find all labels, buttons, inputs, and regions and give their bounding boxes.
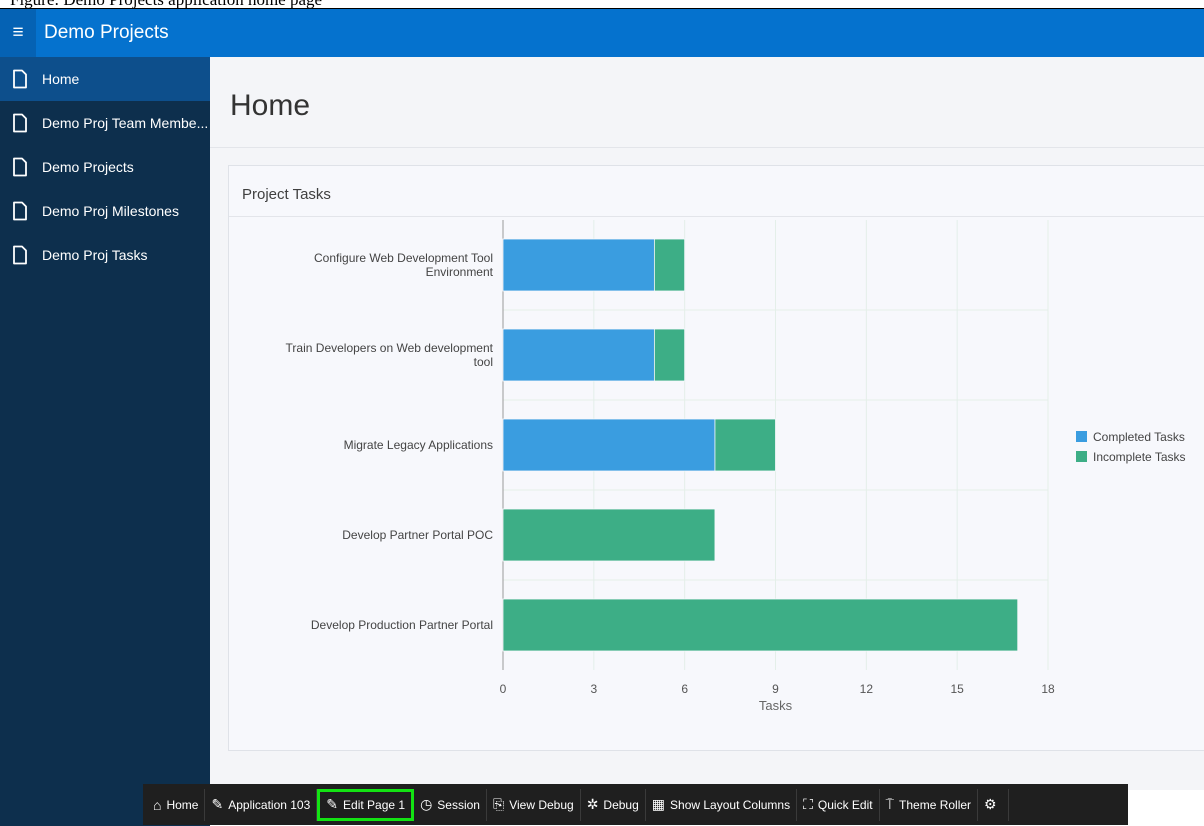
sidebar-item-demo-proj-milestones[interactable]: Demo Proj Milestones (0, 189, 210, 233)
devbar-edit-page-1-button[interactable]: ✎ Edit Page 1 (317, 788, 415, 821)
legend-label: Incomplete Tasks (1093, 450, 1186, 464)
devbar-label: Session (437, 797, 480, 812)
edit-page-icon: ✎ (326, 796, 339, 812)
sidebar-item-home[interactable]: Home (0, 57, 210, 101)
sidebar-item-demo-proj-team-membe[interactable]: Demo Proj Team Membe... (0, 101, 210, 145)
category-label: tool (474, 355, 493, 369)
legend-label: Completed Tasks (1093, 430, 1185, 444)
sidebar-item-demo-projects[interactable]: Demo Projects (0, 145, 210, 189)
page-icon (13, 69, 27, 89)
x-tick-label: 3 (590, 682, 597, 696)
category-label: Develop Production Partner Portal (311, 618, 493, 632)
devbar-label: Debug (603, 797, 639, 812)
home-icon: ⌂ (153, 796, 162, 813)
app-title[interactable]: Demo Projects (44, 22, 169, 44)
devbar-home-button[interactable]: ⌂ Home (147, 788, 206, 821)
devbar-label: Application 103 (228, 797, 311, 812)
sidebar-item-demo-proj-tasks[interactable]: Demo Proj Tasks (0, 233, 210, 277)
devbar-label: Edit Page 1 (343, 797, 406, 812)
grid-icon: ▦ (651, 796, 666, 812)
cursor-icon: ⛶ (803, 796, 813, 812)
devbar-label: Home (166, 797, 199, 812)
clock-icon: ◷ (420, 796, 433, 812)
legend-swatch (1076, 451, 1087, 462)
devbar-settings-button[interactable]: ⚙ (978, 788, 1009, 821)
devbar-debug-button[interactable]: ✲ Debug (581, 788, 646, 821)
devbar-label: Quick Edit (817, 797, 873, 812)
developer-toolbar: ⌂ Home ✎ Application 103 ✎ Edit Page 1 ◷ Sessio… (143, 784, 1128, 825)
category-label: Environment (426, 265, 494, 279)
bar-incomplete-tasks (502, 598, 1019, 652)
x-tick-label: 12 (860, 682, 874, 696)
sidebar-item-label: Demo Proj Milestones (42, 203, 179, 219)
x-tick-label: 6 (681, 682, 688, 696)
edit-app-icon: ✎ (211, 796, 224, 812)
page-icon (13, 113, 27, 133)
devbar-view-debug-button[interactable]: ⎘ View Debug (487, 788, 581, 821)
title-divider (210, 147, 1204, 148)
category-label: Configure Web Development Tool (314, 251, 493, 265)
project-tasks-region: Project Tasks 0 3 6 9 12 15 18 Tasks Configure W… (228, 165, 1204, 751)
x-tick-label: 0 (500, 682, 507, 696)
devbar-label: Theme Roller (899, 797, 972, 812)
top-header: ≡ Demo Projects (0, 9, 1204, 57)
devbar-session-button[interactable]: ◷ Session (414, 788, 487, 821)
sidebar-item-label: Demo Proj Team Membe... (42, 115, 209, 131)
category-label: Train Developers on Web development (286, 341, 494, 355)
bar-completed-tasks (502, 328, 655, 382)
x-tick-label: 9 (772, 682, 779, 696)
paint-roller-icon: ⍑ (885, 796, 895, 812)
menu-icon[interactable]: ≡ (0, 9, 36, 57)
devbar-quick-edit-button[interactable]: ⛶ Quick Edit (797, 788, 880, 821)
legend-swatch (1076, 431, 1087, 442)
bar-incomplete-tasks (714, 418, 776, 472)
project-tasks-chart: 0 3 6 9 12 15 18 Tasks Configure Web Development… (286, 220, 1186, 713)
gear-icon: ⚙ (984, 796, 997, 812)
x-tick-label: 15 (950, 682, 964, 696)
bar-completed-tasks (502, 238, 655, 292)
bar-incomplete-tasks (502, 508, 716, 562)
bar-incomplete-tasks (653, 238, 686, 292)
bar-incomplete-tasks (653, 328, 686, 382)
x-tick-label: 18 (1041, 682, 1055, 696)
devbar-show-layout-columns-button[interactable]: ▦ Show Layout Columns (646, 788, 798, 821)
category-label: Migrate Legacy Applications (344, 438, 493, 452)
sidebar: Home Demo Proj Team Membe... Demo Projects… (0, 57, 210, 826)
x-axis-title: Tasks (759, 698, 793, 713)
app-window: ≡ Demo Projects Home Demo Proj Team Membe… (0, 8, 1204, 826)
sidebar-item-label: Demo Proj Tasks (42, 247, 148, 263)
devbar-application-103-button[interactable]: ✎ Application 103 (205, 788, 318, 821)
page-icon (13, 201, 27, 221)
bug-icon: ✲ (586, 796, 599, 812)
page-icon (13, 245, 27, 265)
devbar-label: View Debug (509, 797, 574, 812)
clipped-caption: Figure: Demo Projects application home p… (10, 0, 322, 8)
main-content: Home Project Tasks 0 3 6 9 12 15 18 Tasks Config… (210, 57, 1204, 790)
view-debug-icon: ⎘ (492, 796, 505, 812)
bar-completed-tasks (502, 418, 716, 472)
page-title: Home (230, 89, 311, 122)
category-label: Develop Partner Portal POC (342, 528, 493, 542)
devbar-label: Show Layout Columns (670, 797, 791, 812)
sidebar-item-label: Demo Projects (42, 159, 134, 175)
devbar-theme-roller-button[interactable]: ⍑ Theme Roller (880, 788, 979, 821)
sidebar-item-label: Home (42, 71, 80, 87)
page-icon (13, 157, 27, 177)
